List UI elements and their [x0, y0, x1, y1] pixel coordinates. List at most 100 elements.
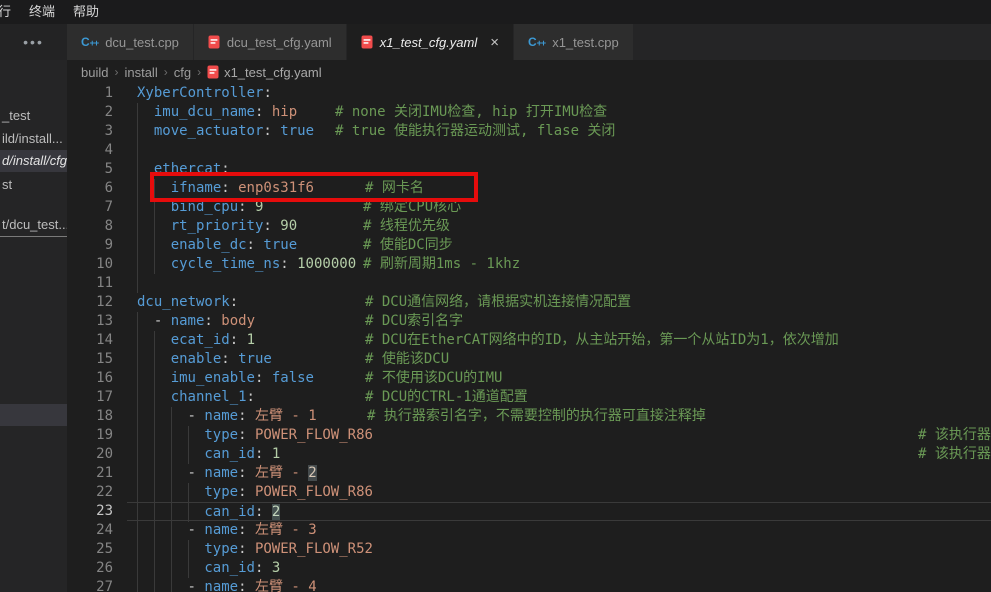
token-b: true [263, 237, 297, 253]
line-content [127, 141, 991, 160]
menu-item-terminal[interactable]: 终端 [20, 0, 64, 24]
tab-dcu_test_cfg.yaml[interactable]: dcu_test_cfg.yaml [194, 24, 347, 60]
code-line-16[interactable]: 16 imu_enable: false# 不使用该DCU的IMU [67, 369, 991, 388]
token-k: type [204, 427, 238, 443]
indent-guide [137, 198, 154, 217]
indent-guide [137, 445, 154, 464]
token-k: name [171, 313, 205, 329]
token-hn: 2 [272, 504, 280, 520]
comment: # true 使能执行器运动测试, flase 关闭 [335, 122, 615, 141]
code-line-20[interactable]: 20 can_id: 1# 该执行器的CAN ID [67, 445, 991, 464]
line-content: imu_enable: false# 不使用该DCU的IMU [127, 369, 991, 388]
indent-guide [137, 141, 154, 160]
code-line-24[interactable]: 24 - name: 左臂 - 3 [67, 521, 991, 540]
code-line-10[interactable]: 10 cycle_time_ns: 1000000# 刷新周期1ms - 1kh… [67, 255, 991, 274]
line-number: 18 [67, 407, 127, 426]
line-content: - name: body# DCU索引名字 [127, 312, 991, 331]
token-k: type [204, 484, 238, 500]
indent-guide [188, 445, 205, 464]
indent-guide [137, 503, 154, 522]
indent-guide [137, 160, 154, 179]
code-line-21[interactable]: 21 - name: 左臂 - 2 [67, 464, 991, 483]
line-number: 27 [67, 578, 127, 592]
menu-item-help[interactable]: 帮助 [64, 0, 108, 24]
code-line-7[interactable]: 7 bind_cpu: 9# 绑定CPU核心 [67, 198, 991, 217]
code-line-11[interactable]: 11 [67, 274, 991, 293]
tab-x1_test_cfg.yaml[interactable]: x1_test_cfg.yaml× [347, 24, 514, 60]
code-line-23[interactable]: 23 can_id: 2 [67, 502, 991, 521]
code-line-27[interactable]: 27 - name: 左臂 - 4 [67, 578, 991, 592]
code-line-3[interactable]: 3 move_actuator: true# true 使能执行器运动测试, f… [67, 122, 991, 141]
code-line-8[interactable]: 8 rt_priority: 90# 线程优先级 [67, 217, 991, 236]
code-line-12[interactable]: 12dcu_network:# DCU通信网络，请根据实机连接情况配置 [67, 293, 991, 312]
token-p: : [247, 237, 264, 253]
indent-guide [154, 540, 171, 559]
code-line-2[interactable]: 2 imu_dcu_name: hip# none 关闭IMU检查, hip 打… [67, 103, 991, 122]
tab-x1_test.cpp[interactable]: C++x1_test.cpp [514, 24, 634, 60]
breadcrumb: build › install › cfg › x1_test_cfg.yaml [67, 60, 991, 84]
sidebar-item-_test[interactable]: _test [0, 105, 67, 127]
code-line-19[interactable]: 19 type: POWER_FLOW_R86# 该执行器的类型 [67, 426, 991, 445]
token-p: - [188, 408, 205, 424]
token-p: - [154, 313, 171, 329]
breadcrumb-item-install[interactable]: install [124, 65, 157, 80]
code-line-9[interactable]: 9 enable_dc: true# 使能DC同步 [67, 236, 991, 255]
code-line-14[interactable]: 14 ecat_id: 1# DCU在EtherCAT网络中的ID，从主站开始，… [67, 331, 991, 350]
token-p: : [221, 351, 238, 367]
code-line-17[interactable]: 17 channel_1:# DCU的CTRL-1通道配置 [67, 388, 991, 407]
line-content: type: POWER_FLOW_R52 [127, 540, 991, 559]
indent-guide [137, 407, 154, 426]
indent-guide [188, 483, 205, 502]
sidebar-item-ild/install...[interactable]: ild/install... [0, 128, 67, 150]
sidebar-item-blank-5[interactable] [0, 404, 67, 426]
token-p: : [255, 104, 272, 120]
code-editor[interactable]: 1XyberController:2 imu_dcu_name: hip# no… [67, 84, 991, 592]
breadcrumb-item-build[interactable]: build [81, 65, 108, 80]
line-content: XyberController: [127, 84, 991, 103]
code-line-13[interactable]: 13 - name: body# DCU索引名字 [67, 312, 991, 331]
code-line-4[interactable]: 4 [67, 141, 991, 160]
line-number: 23 [67, 502, 127, 521]
sidebar-item-st[interactable]: st [0, 174, 67, 196]
indent-guide [137, 521, 154, 540]
indent-guide [137, 578, 154, 592]
tab-dcu_test.cpp[interactable]: C++dcu_test.cpp [67, 24, 194, 60]
comment: # 绑定CPU核心 [363, 198, 461, 217]
code-line-6[interactable]: 6 ifname: enp0s31f6# 网卡名 [67, 179, 991, 198]
indent-guide [137, 369, 154, 388]
line-number: 21 [67, 464, 127, 483]
token-p: : [238, 522, 255, 538]
indent-guide [137, 483, 154, 502]
token-n: 3 [272, 560, 280, 576]
indent-guide [154, 179, 171, 198]
code-line-18[interactable]: 18 - name: 左臂 - 1# 执行器索引名字，不需要控制的执行器可直接注… [67, 407, 991, 426]
breadcrumb-item-file[interactable]: x1_test_cfg.yaml [207, 65, 322, 80]
breadcrumb-item-cfg[interactable]: cfg [174, 65, 191, 80]
close-icon[interactable]: × [490, 35, 499, 50]
menu-bar: 行 终端 帮助 [0, 0, 991, 24]
code-line-22[interactable]: 22 type: POWER_FLOW_R86 [67, 483, 991, 502]
indent-guide [137, 331, 154, 350]
token-p: : [263, 85, 271, 101]
vscode-window: 行 终端 帮助 ••• C++dcu_test.cppdcu_test_cfg.… [0, 0, 991, 592]
token-k: XyberController [137, 85, 263, 101]
line-number: 4 [67, 141, 127, 160]
indent-guide [188, 503, 205, 522]
indent-guide [154, 255, 171, 274]
sidebar-item-t/dcu_test...[interactable]: t/dcu_test... [0, 214, 67, 237]
token-p: : [255, 446, 272, 462]
code-line-15[interactable]: 15 enable: true# 使能该DCU [67, 350, 991, 369]
more-actions-icon[interactable]: ••• [23, 37, 44, 47]
sidebar-item-d/install/cfg[interactable]: d/install/cfg [0, 150, 67, 172]
menu-item-run[interactable]: 行 [0, 0, 20, 24]
indent-guide [188, 559, 205, 578]
code-line-25[interactable]: 25 type: POWER_FLOW_R52 [67, 540, 991, 559]
indent-guide [171, 426, 188, 445]
token-p: : [263, 123, 280, 139]
indent-guide [154, 236, 171, 255]
line-number: 22 [67, 483, 127, 502]
indent-guide [137, 274, 154, 293]
code-line-26[interactable]: 26 can_id: 3 [67, 559, 991, 578]
code-line-5[interactable]: 5 ethercat: [67, 160, 991, 179]
code-line-1[interactable]: 1XyberController: [67, 84, 991, 103]
